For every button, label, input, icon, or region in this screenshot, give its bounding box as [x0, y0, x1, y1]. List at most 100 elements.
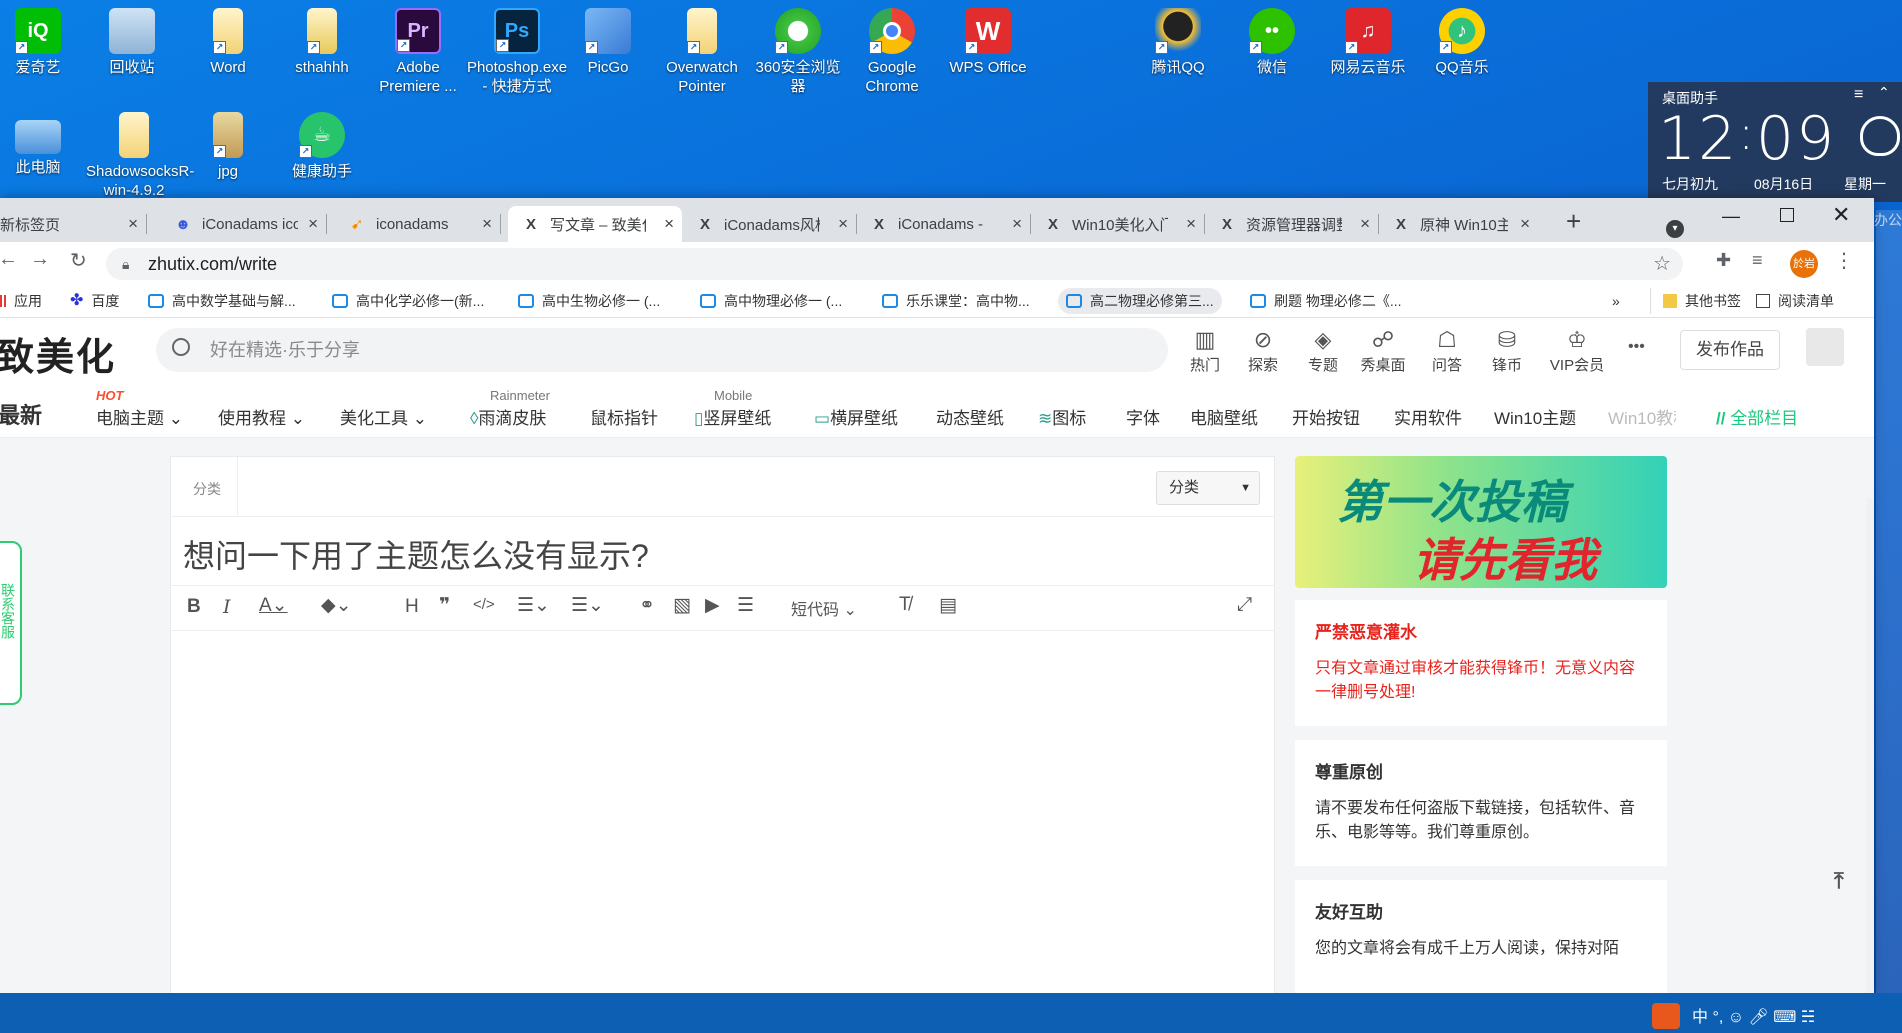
desktop-icon-360[interactable]: ↗ 360安全浏览器: [752, 8, 844, 96]
bookmark-lele[interactable]: 乐乐课堂：高中物...: [882, 288, 1030, 314]
bookmark-chemistry[interactable]: 高中化学必修一(新...: [332, 288, 484, 314]
publish-button[interactable]: 发布作品: [1680, 330, 1780, 370]
tab-close-icon[interactable]: ×: [482, 214, 492, 234]
page-scrollbar[interactable]: [1866, 498, 1874, 993]
nav-tools[interactable]: 美化工具 ⌄: [340, 404, 427, 429]
tab-close-icon[interactable]: ×: [1012, 214, 1022, 234]
tab-write-article[interactable]: X 写文章 – 致美化 ×: [508, 206, 682, 242]
nav-win10-tutorial[interactable]: Win10教程: [1608, 404, 1676, 429]
nav-pc-wallpaper[interactable]: 电脑壁纸: [1190, 404, 1258, 429]
bookmark-physics-2[interactable]: 刷题 物理必修二《...: [1250, 288, 1402, 314]
nav-pc-theme[interactable]: HOT 电脑主题 ⌄: [96, 388, 183, 429]
nav-software[interactable]: 实用软件: [1394, 404, 1462, 429]
category-select[interactable]: 分类 ▼: [1156, 471, 1260, 505]
reading-list[interactable]: 阅读清单: [1756, 288, 1834, 314]
quote-icon[interactable]: ❞: [439, 594, 450, 617]
tab-iconadams-icon[interactable]: ☻ iConadams icon ×: [160, 206, 327, 242]
source-code-icon[interactable]: ▤: [939, 594, 957, 617]
tab-close-icon[interactable]: ×: [1186, 214, 1196, 234]
desktop-icon-iqiyi[interactable]: iQ ↗ 爱奇艺: [0, 8, 84, 77]
tab-new-tab[interactable]: 新标签页 ×: [0, 206, 147, 242]
profile-avatar[interactable]: 於岩: [1790, 250, 1818, 278]
bookmark-baidu[interactable]: ✤ 百度: [70, 288, 119, 314]
code-icon[interactable]: </>: [473, 596, 495, 613]
reload-button[interactable]: ↻: [70, 248, 87, 273]
tab-explorer-tweak[interactable]: X 资源管理器调整 ×: [1204, 206, 1379, 242]
clear-format-icon[interactable]: T̸: [899, 594, 911, 616]
bookmarks-overflow-button[interactable]: »: [1612, 288, 1620, 314]
close-window-button[interactable]: ✕: [1832, 202, 1850, 228]
bookmark-apps[interactable]: 应用: [0, 288, 42, 314]
desktop-icon-jpg[interactable]: ↗ jpg: [182, 112, 274, 181]
nav-win10-theme[interactable]: Win10主题: [1494, 404, 1576, 429]
link-icon[interactable]: ⚭: [639, 594, 655, 617]
desktop-icon-qq[interactable]: ↗ 腾讯QQ: [1132, 8, 1224, 77]
ime-tray-icons[interactable]: 中 °, ☺ 🎤︎ ⌨ ☵: [1692, 1003, 1815, 1027]
desktop-icon-sthahhh[interactable]: ↗ sthahhh: [276, 8, 368, 77]
nav-desktop-show[interactable]: ☍ 秀桌面: [1354, 326, 1412, 375]
nav-hot[interactable]: ▥ 热门: [1176, 326, 1234, 375]
desktop-icon-netease[interactable]: ♫ ↗ 网易云音乐: [1322, 8, 1414, 77]
back-to-top-icon[interactable]: ⤒: [1834, 868, 1844, 894]
tab-search-icon[interactable]: ▾: [1666, 220, 1684, 238]
media-queue-icon[interactable]: ≡: [1752, 250, 1763, 271]
tab-close-icon[interactable]: ×: [664, 214, 674, 234]
desktop-icon-qq-music[interactable]: ♪ ↗ QQ音乐: [1416, 8, 1508, 77]
bullet-list-icon[interactable]: ☰⌄: [571, 594, 604, 617]
site-search-input[interactable]: 好在精选·乐于分享: [156, 328, 1168, 372]
more-menu-icon[interactable]: ⋮: [1834, 248, 1854, 273]
font-color-icon[interactable]: A⌄: [259, 594, 288, 617]
nav-explore[interactable]: ⊘ 探索: [1234, 326, 1292, 375]
nav-vip[interactable]: ♔ VIP会员: [1544, 326, 1610, 375]
bookmark-star-icon[interactable]: ☆: [1653, 248, 1671, 280]
menu-icon[interactable]: ≡: [1854, 86, 1863, 104]
customer-service-tab[interactable]: 联系客服: [0, 541, 22, 705]
forward-button[interactable]: →: [30, 248, 50, 271]
tab-close-icon[interactable]: ×: [308, 214, 318, 234]
address-bar[interactable]: 🔒︎ zhutix.com/write ☆: [106, 248, 1683, 280]
editor-body[interactable]: [171, 632, 1274, 993]
nav-coin[interactable]: ⛁ 锋币: [1478, 326, 1536, 375]
nav-cursor[interactable]: 鼠标指针: [590, 404, 658, 429]
user-avatar[interactable]: [1806, 328, 1844, 366]
tab-iconadams-style[interactable]: X iConadams风格 ×: [682, 206, 857, 242]
divider-line-icon[interactable]: ☰: [737, 594, 754, 617]
nav-fonts[interactable]: 字体: [1126, 404, 1160, 429]
nav-qa[interactable]: ☖ 问答: [1418, 326, 1476, 375]
highlight-icon[interactable]: ◆⌄: [321, 594, 352, 617]
bold-icon[interactable]: B: [187, 596, 201, 618]
bookmark-physics-3[interactable]: 高二物理必修第三...: [1058, 288, 1222, 314]
image-icon[interactable]: ▧: [673, 594, 691, 617]
ordered-list-icon[interactable]: ☰⌄: [517, 594, 550, 617]
tab-win10-beautify[interactable]: X Win10美化入门 ×: [1030, 206, 1205, 242]
site-logo[interactable]: 致美化: [0, 326, 116, 381]
minimize-button[interactable]: —: [1722, 206, 1740, 227]
tab-close-icon[interactable]: ×: [1360, 214, 1370, 234]
desktop-icon-word[interactable]: ↗ Word: [182, 8, 274, 77]
tab-close-icon[interactable]: ×: [838, 214, 848, 234]
desktop-icon-shadowsocks[interactable]: ShadowsocksR-win-4.9.2: [86, 112, 194, 200]
desktop-icon-chrome[interactable]: ↗ Google Chrome: [846, 8, 938, 96]
sogou-ime-icon[interactable]: [1652, 1003, 1680, 1029]
desktop-icon-overwatch[interactable]: ↗ Overwatch Pointer: [656, 8, 748, 96]
first-post-banner[interactable]: 第一次投稿 请先看我: [1295, 456, 1667, 588]
article-title-input[interactable]: 想问一下用了主题怎么没有显示?: [183, 531, 649, 577]
desktop-icon-photoshop[interactable]: Ps ↗ Photoshop.exe - 快捷方式: [466, 8, 568, 96]
nav-live-wallpaper[interactable]: 动态壁纸: [936, 404, 1004, 429]
back-button[interactable]: ←: [0, 248, 18, 271]
tab-genshin-theme[interactable]: X 原神 Win10主题 ×: [1378, 206, 1538, 242]
shortcode-dropdown[interactable]: 短代码 ⌄: [791, 596, 857, 620]
desktop-icon-premiere[interactable]: Pr ↗ Adobe Premiere ...: [372, 8, 464, 96]
desktop-icon-this-pc[interactable]: 此电脑: [0, 112, 84, 177]
tab-close-icon[interactable]: ×: [1520, 214, 1530, 234]
other-bookmarks[interactable]: 其他书签: [1650, 288, 1741, 314]
nav-icons[interactable]: ≋图标: [1038, 404, 1086, 429]
desktop-icon-picgo[interactable]: ↗ PicGo: [562, 8, 654, 77]
desktop-icon-health[interactable]: ☕ ↗ 健康助手: [276, 112, 368, 181]
collapse-icon[interactable]: ⌃: [1878, 84, 1890, 101]
new-tab-button[interactable]: +: [1566, 206, 1581, 236]
fullscreen-icon[interactable]: ⤢: [1237, 594, 1252, 616]
nav-rainmeter[interactable]: Rainmeter ◊雨滴皮肤: [470, 388, 550, 429]
tab-iconadams-2[interactable]: X iConadams - ×: [856, 206, 1031, 242]
nav-start-button[interactable]: 开始按钮: [1292, 404, 1360, 429]
